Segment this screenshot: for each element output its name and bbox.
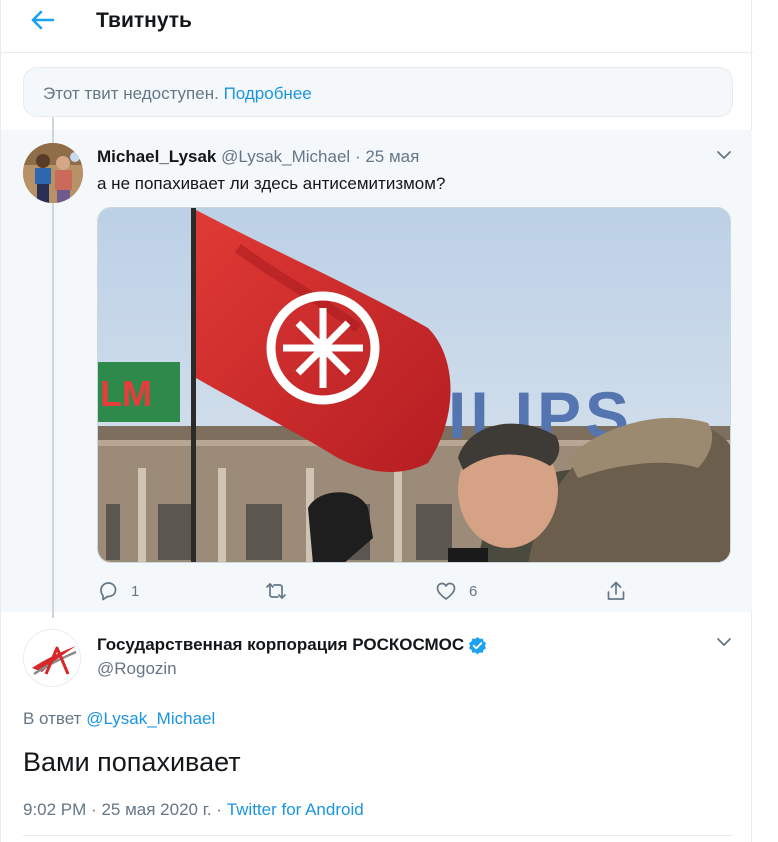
reply-button[interactable]: 1: [97, 576, 139, 606]
like-button[interactable]: 6: [435, 576, 477, 606]
tweet-full-date[interactable]: 25 мая 2020 г.: [101, 800, 211, 819]
roscosmos-logo-icon: [24, 630, 80, 686]
verified-badge-icon: [469, 636, 487, 654]
flag-photo-image: LM ILIPS: [98, 208, 730, 562]
tweet-photo[interactable]: LM ILIPS: [97, 207, 731, 563]
avatar[interactable]: [23, 143, 83, 203]
tweet-menu-button[interactable]: [714, 145, 734, 165]
main-tweet-menu-button[interactable]: [714, 632, 734, 652]
reply-context: В ответ @Lysak_Michael: [23, 709, 215, 729]
tweet-time[interactable]: 9:02 PM: [23, 800, 86, 819]
retweet-icon: [266, 583, 286, 599]
reply-icon: [100, 582, 117, 601]
reply-count: 1: [131, 582, 140, 600]
page-header: Твитнуть: [1, 0, 753, 53]
meta-dot: ·: [91, 800, 97, 819]
author-handle[interactable]: @Lysak_Michael: [221, 147, 350, 166]
sign-lm-text: LM: [100, 373, 152, 414]
main-tweet-text: Вами попахивает: [23, 747, 241, 777]
reply-prefix: В ответ: [23, 709, 82, 728]
unavailable-message: Этот твит недоступен. Подробнее: [43, 84, 312, 104]
reply-to-link[interactable]: @Lysak_Michael: [86, 709, 215, 728]
heart-icon: [436, 582, 456, 600]
tweet-actions: 1 6: [97, 576, 637, 606]
chevron-down-icon: [717, 151, 731, 159]
thread-line-top: [52, 117, 54, 130]
main-author-handle[interactable]: @Rogozin: [97, 659, 177, 679]
like-count: 6: [469, 582, 478, 600]
tweet-header: Michael_Lysak @Lysak_Michael · 25 мая: [97, 147, 419, 167]
page-title: Твитнуть: [96, 9, 192, 32]
tweet-unavailable-notice: Этот твит недоступен. Подробнее: [23, 67, 733, 117]
main-author-name-row[interactable]: Государственная корпорация РОСКОСМОС: [97, 635, 487, 655]
tweet-meta: 9:02 PM · 25 мая 2020 г. · Twitter for A…: [23, 800, 364, 820]
share-icon: [607, 581, 625, 600]
unavailable-text: Этот твит недоступен.: [43, 84, 219, 103]
divider: [23, 835, 733, 836]
tweet-source-link[interactable]: Twitter for Android: [227, 800, 364, 819]
share-button[interactable]: [605, 576, 627, 606]
parent-tweet[interactable]: Michael_Lysak @Lysak_Michael · 25 мая а …: [1, 130, 752, 618]
timeline-column: Твитнуть Этот твит недоступен. Подробнее: [0, 0, 753, 842]
tweet-date[interactable]: 25 мая: [365, 147, 419, 166]
thread-line: [52, 130, 54, 618]
arrow-left-icon: [31, 10, 55, 30]
author-name[interactable]: Michael_Lysak: [97, 147, 216, 166]
tweet-text: а не попахивает ли здесь антисемитизмом?: [97, 174, 446, 193]
roscosmos-avatar[interactable]: [23, 629, 81, 687]
retweet-button[interactable]: [265, 576, 299, 606]
back-button[interactable]: [23, 6, 61, 34]
main-author-name[interactable]: Государственная корпорация РОСКОСМОС: [97, 635, 464, 655]
avatar-photo: [23, 143, 83, 203]
learn-more-link[interactable]: Подробнее: [224, 84, 312, 103]
separator-dot: ·: [354, 147, 361, 166]
meta-dot: ·: [216, 800, 222, 819]
chevron-down-icon: [717, 638, 731, 646]
